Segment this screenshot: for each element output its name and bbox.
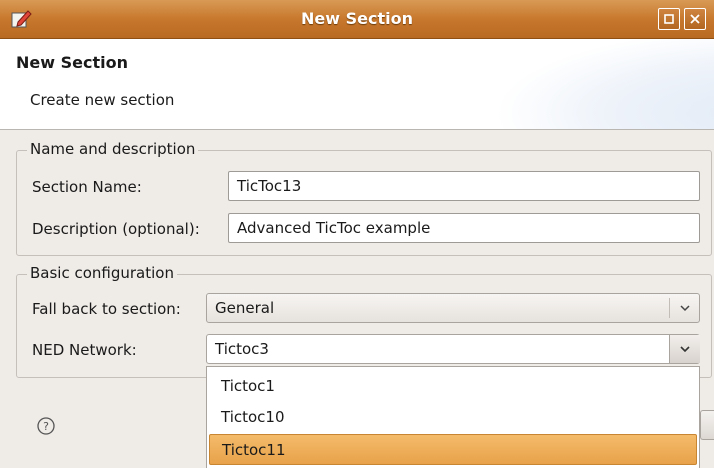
fallback-section-label: Fall back to section: — [32, 300, 181, 318]
combo-separator — [669, 298, 670, 318]
group-legend-config: Basic configuration — [27, 264, 177, 282]
ned-network-value: Tictoc3 — [215, 340, 269, 358]
ned-network-label: NED Network: — [32, 341, 137, 359]
section-name-input[interactable]: TicToc13 — [228, 171, 700, 201]
fallback-section-combo[interactable]: General — [206, 293, 700, 323]
ned-network-dropdown-list[interactable]: Tictoc1 Tictoc10 Tictoc11 — [206, 366, 700, 468]
close-button[interactable] — [684, 8, 706, 30]
maximize-icon — [664, 14, 674, 24]
svg-text:?: ? — [43, 420, 49, 433]
fallback-section-value: General — [215, 299, 275, 317]
section-name-label: Section Name: — [32, 178, 142, 196]
group-legend-name: Name and description — [27, 140, 199, 158]
dropdown-option-tictoc10[interactable]: Tictoc10 — [209, 402, 697, 433]
window-titlebar[interactable]: New Section — [0, 0, 714, 39]
dialog-subtitle: Create new section — [30, 91, 175, 109]
dialog-title: New Section — [16, 53, 128, 72]
ned-network-dropdown-button[interactable] — [669, 335, 700, 363]
dropdown-option-tictoc11[interactable]: Tictoc11 — [209, 434, 697, 465]
close-icon — [690, 14, 700, 24]
ned-network-combo[interactable]: Tictoc3 — [206, 334, 700, 364]
description-label: Description (optional): — [32, 220, 200, 238]
dialog-header: New Section Create new section — [0, 39, 714, 130]
header-banner-decoration — [494, 39, 714, 129]
dropdown-option-tictoc1[interactable]: Tictoc1 — [209, 371, 697, 402]
chevron-down-icon — [680, 346, 690, 353]
window-title: New Section — [301, 9, 413, 28]
help-icon[interactable]: ? — [36, 416, 56, 436]
chevron-down-icon — [680, 305, 690, 312]
maximize-button[interactable] — [658, 8, 680, 30]
description-input[interactable]: Advanced TicToc example — [228, 213, 700, 243]
wizard-button-partial[interactable] — [700, 410, 714, 440]
